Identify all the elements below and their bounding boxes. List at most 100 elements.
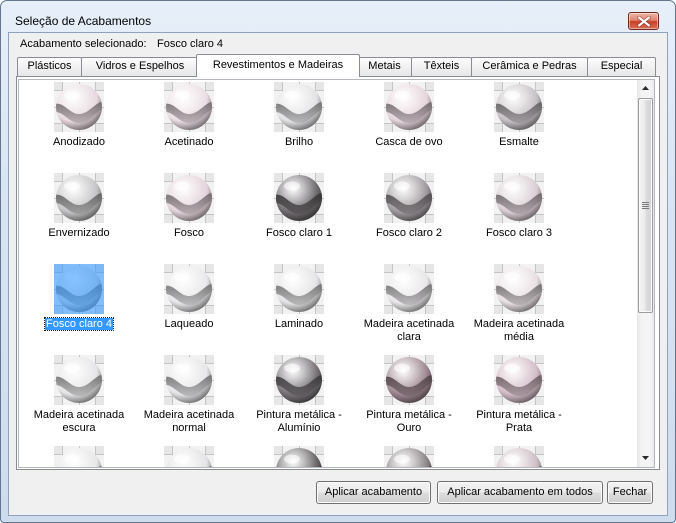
finish-caption: Pintura metálica - Prata — [467, 409, 571, 435]
finish-caption: Envernizado — [27, 227, 131, 240]
finish-item-fosco-claro-4[interactable]: Fosco claro 4 — [24, 264, 134, 352]
tab-panel: Anodizado Acetinado Brilho Casca de ovo Esma… — [16, 76, 660, 470]
finish-item-pintura-metalica-ouro[interactable]: Pintura metálica - Ouro — [354, 355, 464, 443]
finish-caption: Pintura metálica - Ouro — [357, 409, 461, 435]
finish-preview-image — [274, 82, 324, 132]
finish-caption: Fosco — [137, 227, 241, 240]
finish-caption: Madeira acetinada clara — [357, 318, 461, 344]
finish-preview-image — [274, 446, 324, 467]
close-button[interactable]: Fechar — [607, 481, 653, 504]
finish-label: Madeira acetinada clara — [363, 318, 455, 343]
finish-label: Esmalte — [499, 136, 539, 148]
tab-vidros-e-espelhos[interactable]: Vidros e Espelhos — [81, 57, 199, 76]
finish-caption: Pintura metálica - Alumínio — [247, 409, 351, 435]
finish-label: Envernizado — [48, 227, 110, 239]
finish-item-laqueado[interactable]: Laqueado — [134, 264, 244, 352]
dialog-window: Seleção de Acabamentos Acabamento seleci… — [0, 0, 676, 523]
finish-preview-image — [384, 82, 434, 132]
finish-item-partially-visible[interactable] — [244, 446, 354, 467]
finish-item-brilho[interactable]: Brilho — [244, 82, 354, 170]
finish-item-pintura-metalica-aluminio[interactable]: Pintura metálica - Alumínio — [244, 355, 354, 443]
apply-finish-all-button[interactable]: Aplicar acabamento em todos — [437, 481, 603, 504]
finish-preview-image — [164, 355, 214, 405]
finish-caption: Madeira acetinada média — [467, 318, 571, 344]
finish-item-partially-visible[interactable] — [134, 446, 244, 467]
finish-caption: Laqueado — [137, 318, 241, 331]
finish-preview-image — [54, 82, 104, 132]
finish-label: Fosco claro 4 — [43, 317, 115, 331]
finish-label: Madeira acetinada média — [473, 318, 565, 343]
finish-label: Pintura metálica - Prata — [476, 409, 562, 434]
scroll-up-button[interactable] — [637, 80, 654, 97]
finish-preview-image — [384, 173, 434, 223]
scroll-up-arrow-icon — [642, 86, 649, 90]
finish-item-casca-de-ovo[interactable]: Casca de ovo — [354, 82, 464, 170]
tab-especial[interactable]: Especial — [587, 57, 656, 76]
finish-item-pintura-metalica-prata[interactable]: Pintura metálica - Prata — [464, 355, 574, 443]
finish-preview-image — [274, 173, 324, 223]
finish-item-madeira-acetinada-clara[interactable]: Madeira acetinada clara — [354, 264, 464, 352]
scroll-track[interactable] — [637, 97, 654, 450]
finish-label: Pintura metálica - Ouro — [366, 409, 452, 434]
finish-item-partially-visible[interactable] — [24, 446, 134, 467]
finish-item-esmalte[interactable]: Esmalte — [464, 82, 574, 170]
finish-caption: Fosco claro 3 — [467, 227, 571, 240]
finish-item-laminado[interactable]: Laminado — [244, 264, 354, 352]
tab-texteis[interactable]: Têxteis — [411, 57, 472, 76]
finish-item-madeira-acetinada-media[interactable]: Madeira acetinada média — [464, 264, 574, 352]
finish-label: Pintura metálica - Alumínio — [256, 409, 342, 434]
finish-caption: Madeira acetinada normal — [137, 409, 241, 435]
finish-preview-image — [164, 173, 214, 223]
scroll-thumb[interactable] — [638, 98, 653, 313]
finishes-list[interactable]: Anodizado Acetinado Brilho Casca de ovo Esma… — [18, 79, 655, 468]
finish-caption: Casca de ovo — [357, 136, 461, 149]
finish-preview-image — [384, 264, 434, 314]
finish-item-anodizado[interactable]: Anodizado — [24, 82, 134, 170]
scroll-down-button[interactable] — [637, 450, 654, 467]
finish-caption: Fosco claro 1 — [247, 227, 351, 240]
finish-label: Fosco claro 2 — [375, 227, 443, 239]
finish-preview-image — [384, 446, 434, 467]
finish-item-partially-visible[interactable] — [354, 446, 464, 467]
finish-label: Fosco claro 1 — [265, 227, 333, 239]
finish-item-fosco[interactable]: Fosco — [134, 173, 244, 261]
finish-caption: Madeira acetinada escura — [27, 409, 131, 435]
finish-label: Casca de ovo — [375, 136, 443, 148]
finish-label: Anodizado — [53, 136, 105, 148]
finish-caption: Fosco claro 2 — [357, 227, 461, 240]
dialog-client-area: Acabamento selecionado: Fosco claro 4 Pl… — [8, 32, 668, 516]
finish-caption: Fosco claro 4 — [27, 317, 131, 331]
finish-item-partially-visible[interactable] — [464, 446, 574, 467]
selected-finish-label: Acabamento selecionado: — [20, 38, 147, 50]
finish-caption: Esmalte — [467, 136, 571, 149]
finish-item-madeira-acetinada-escura[interactable]: Madeira acetinada escura — [24, 355, 134, 443]
finish-item-fosco-claro-1[interactable]: Fosco claro 1 — [244, 173, 354, 261]
finish-preview-image — [494, 173, 544, 223]
finish-preview-image — [164, 446, 214, 467]
finish-label: Fosco — [174, 227, 204, 239]
scroll-grip-icon — [642, 201, 649, 209]
tab-revestimentos-e-madeiras[interactable]: Revestimentos e Madeiras — [196, 54, 360, 77]
finish-preview-image — [494, 82, 544, 132]
finish-item-madeira-acetinada-normal[interactable]: Madeira acetinada normal — [134, 355, 244, 443]
finish-item-acetinado[interactable]: Acetinado — [134, 82, 244, 170]
finish-item-fosco-claro-3[interactable]: Fosco claro 3 — [464, 173, 574, 261]
vertical-scrollbar[interactable] — [637, 80, 654, 467]
finish-preview-image — [274, 355, 324, 405]
tab-metais[interactable]: Metais — [357, 57, 412, 76]
tab-ceramica-e-pedras[interactable]: Cerâmica e Pedras — [471, 57, 588, 76]
finish-preview-image — [54, 446, 104, 467]
finish-preview-image — [494, 264, 544, 314]
finish-preview-image — [494, 446, 544, 467]
selected-finish-value: Fosco claro 4 — [157, 38, 224, 50]
window-title: Seleção de Acabamentos — [15, 14, 152, 28]
close-window-button[interactable] — [628, 12, 659, 30]
finishes-grid: Anodizado Acetinado Brilho Casca de ovo Esma… — [19, 80, 637, 467]
finish-label: Laminado — [274, 318, 324, 330]
finish-item-envernizado[interactable]: Envernizado — [24, 173, 134, 261]
tab-plasticos[interactable]: Plásticos — [17, 57, 82, 76]
apply-finish-button[interactable]: Aplicar acabamento — [316, 481, 431, 504]
finish-preview-image — [54, 173, 104, 223]
title-bar[interactable]: Seleção de Acabamentos — [1, 1, 675, 32]
finish-item-fosco-claro-2[interactable]: Fosco claro 2 — [354, 173, 464, 261]
